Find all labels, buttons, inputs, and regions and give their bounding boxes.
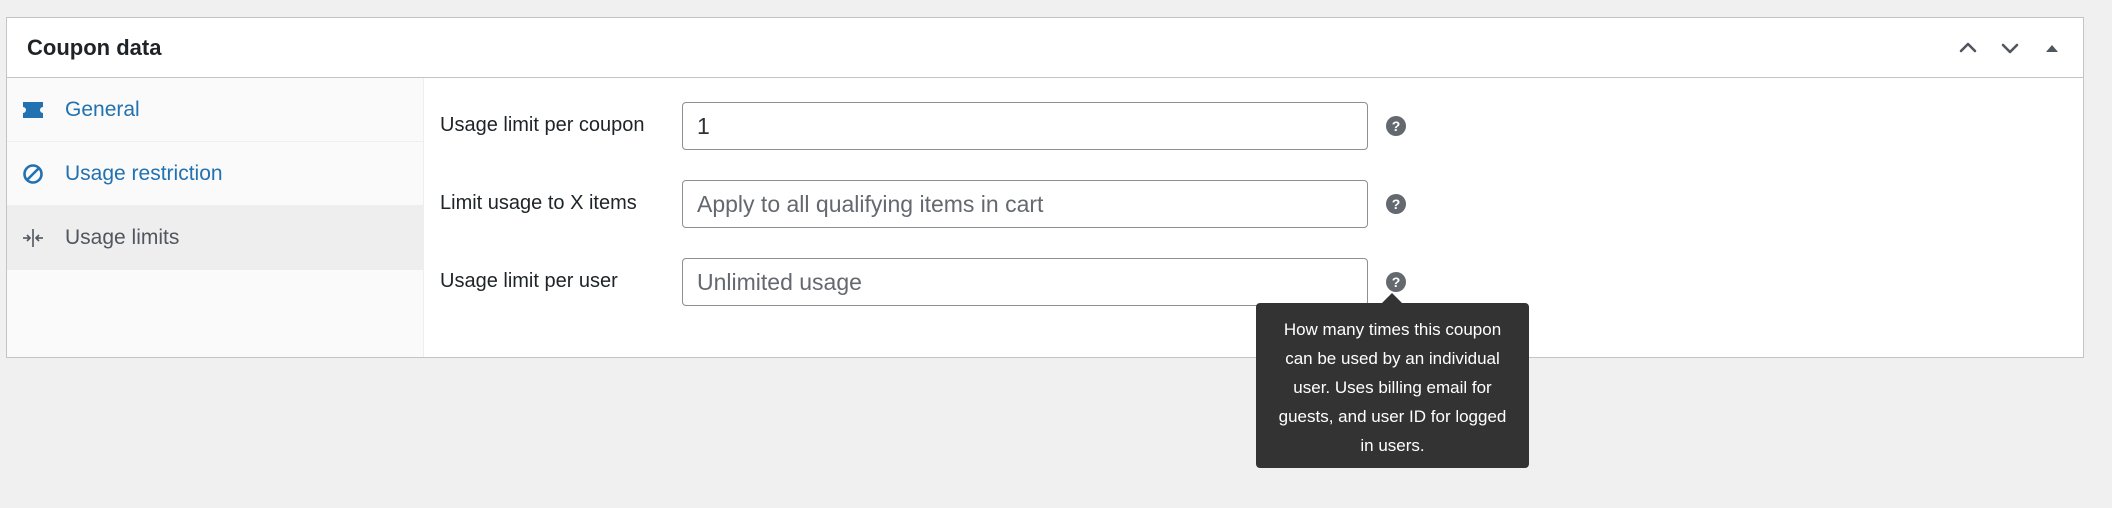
- tab-general-label: General: [65, 97, 140, 121]
- handle-actions: [1951, 32, 2069, 64]
- tab-general[interactable]: General: [7, 78, 423, 142]
- help-tooltip: How many times this coupon can be used b…: [1256, 293, 1529, 468]
- move-down-button[interactable]: [1993, 32, 2027, 64]
- usage-limit-per-coupon-label: Usage limit per coupon: [440, 114, 645, 136]
- help-tip-usage-limit-per-user[interactable]: ?: [1386, 272, 1406, 292]
- tab-usage-restriction-label: Usage restriction: [65, 161, 223, 185]
- usage-limit-per-coupon-input[interactable]: [682, 102, 1368, 150]
- postbox-title: Coupon data: [27, 35, 162, 60]
- usage-limit-per-coupon-row: Usage limit per coupon ?: [424, 102, 1424, 152]
- limit-usage-to-x-items-label: Limit usage to X items: [440, 192, 637, 214]
- usage-limits-panel: Usage limit per coupon ? Limit usage to …: [424, 78, 2083, 357]
- coupon-panel-wrap: General Usage restriction Usage limits U…: [7, 78, 2083, 357]
- chevron-down-icon: [2001, 43, 2019, 54]
- postbox-header: Coupon data: [7, 18, 2083, 78]
- limit-usage-to-x-items-input[interactable]: [682, 180, 1368, 228]
- tab-usage-limits[interactable]: Usage limits: [7, 206, 423, 270]
- coupon-data-postbox: Coupon data General Usage restriction Us…: [6, 17, 2084, 358]
- tab-usage-limits-label: Usage limits: [65, 225, 180, 249]
- limit-usage-to-x-items-row: Limit usage to X items ?: [424, 180, 1424, 230]
- help-tip-usage-limit-per-coupon[interactable]: ?: [1386, 116, 1406, 136]
- usage-limit-per-user-input[interactable]: [682, 258, 1368, 306]
- limits-icon: [21, 226, 45, 250]
- move-up-button[interactable]: [1951, 32, 1985, 64]
- triangle-up-icon: [2046, 45, 2058, 52]
- help-tooltip-text: How many times this coupon can be used b…: [1278, 320, 1507, 455]
- ticket-icon: [21, 98, 45, 122]
- coupon-tabs: General Usage restriction Usage limits: [7, 78, 424, 357]
- block-icon: [21, 162, 45, 186]
- usage-limit-per-user-label: Usage limit per user: [440, 270, 618, 292]
- help-tip-limit-usage-to-x-items[interactable]: ?: [1386, 194, 1406, 214]
- chevron-up-icon: [1959, 42, 1977, 53]
- toggle-panel-button[interactable]: [2035, 32, 2069, 64]
- tab-usage-restriction[interactable]: Usage restriction: [7, 142, 423, 206]
- usage-limit-per-user-row: Usage limit per user ?: [424, 258, 1424, 308]
